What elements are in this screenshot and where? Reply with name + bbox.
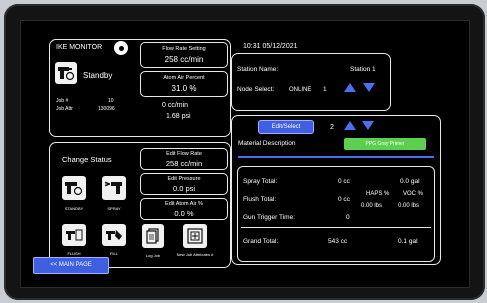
spray-button[interactable]	[102, 176, 126, 200]
edit-atom-air-value: 0.0 %	[174, 209, 194, 218]
grand-total-gal: 0.1 gal	[398, 238, 418, 245]
gun-trigger-label: Gun Trigger Time:	[243, 214, 296, 221]
edit-flow-rate-title: Edit Flow Rate	[166, 151, 202, 157]
flow-rate-setting-value: 258 cc/min	[164, 55, 204, 64]
flush-icon	[66, 229, 83, 241]
edit-flow-rate-button[interactable]: Edit Flow Rate 258 cc/min	[140, 148, 228, 170]
flow-rate-setting-box: Flow Rate Setting 258 cc/min	[140, 42, 228, 68]
station-name-label: Station Name:	[237, 66, 279, 73]
standby-button[interactable]	[62, 176, 86, 200]
accent-divider	[238, 156, 434, 158]
spray-total-gal: 0.0 gal	[400, 178, 420, 185]
job-attr-label: Job Attr	[56, 106, 73, 112]
fill-icon	[106, 230, 122, 240]
node-status: ONLINE	[289, 87, 312, 93]
job-attr-value: 130096	[98, 106, 115, 112]
job-value: 10	[108, 98, 114, 104]
material-index: 2	[330, 124, 334, 131]
station-name-value: Station 1	[350, 66, 376, 73]
edit-pressure-button[interactable]: Edit Pressure 0.0 psi	[140, 173, 228, 195]
monitor-panel: IKE MONITOR Standby Job # 10 Job Attr 13…	[49, 39, 231, 137]
log-job-icon	[146, 228, 159, 244]
monitor-title: IKE MONITOR	[56, 44, 103, 51]
material-up-arrow-icon[interactable]	[344, 121, 356, 130]
material-panel: Edit/Select 2 Material Description PPG G…	[231, 115, 441, 265]
log-job-label: Log Job	[145, 253, 161, 258]
new-job-label: New Job Attributes #	[176, 252, 214, 257]
main-page-button[interactable]: << MAIN PAGE	[33, 257, 109, 274]
change-status-title: Change Status	[62, 155, 112, 164]
log-job-button[interactable]	[142, 224, 164, 248]
flush-total-label: Flush Total:	[243, 196, 277, 203]
atom-air-percent-box: Atom Air Percent 31.0 %	[140, 71, 228, 97]
edit-pressure-value: 0.0 psi	[172, 184, 196, 193]
spray-total-label: Spray Total:	[243, 178, 278, 185]
flush-label: FLUSH	[67, 251, 81, 256]
fill-button[interactable]	[102, 224, 126, 246]
datetime-display: 10:31 05/12/2021	[243, 43, 298, 50]
node-down-arrow-icon[interactable]	[363, 83, 375, 92]
node-up-arrow-icon[interactable]	[344, 83, 356, 92]
grand-total-label: Grand Total:	[243, 238, 279, 245]
material-down-arrow-icon[interactable]	[362, 121, 374, 130]
voc-label: VOC %	[403, 191, 424, 197]
haps-label: HAPS %	[366, 191, 390, 197]
fill-label: FILL	[109, 251, 118, 256]
gun-status-text: Standby	[83, 71, 113, 80]
node-number: 1	[323, 86, 327, 93]
totals-box: Spray Total: 0 cc 0.0 gal Flush Total: 0…	[237, 166, 435, 262]
totals-divider	[241, 227, 431, 228]
atom-air-percent-title: Atom Air Percent	[163, 75, 205, 81]
edit-select-button[interactable]: Edit/Select	[258, 120, 314, 134]
new-job-icon	[187, 228, 203, 244]
voc-value: 0.00 lbs	[398, 203, 420, 209]
gun-trigger-value: 0	[346, 214, 350, 221]
node-select-label: Node Select:	[237, 86, 275, 93]
material-description-label: Material Description	[238, 140, 296, 147]
change-status-panel: Change Status STANDBY SPRAY FLUSH FILL L…	[49, 142, 231, 268]
spray-gun-standby-icon	[65, 182, 83, 196]
standby-label: STANDBY	[64, 206, 84, 211]
edit-flow-rate-value: 258 cc/min	[165, 159, 203, 168]
edit-pressure-title: Edit Pressure	[167, 176, 201, 182]
flow-rate-setting-title: Flow Rate Setting	[162, 46, 206, 52]
atom-air-percent-value: 31.0 %	[171, 84, 197, 93]
actual-pressure-value: 1.68 psi	[166, 113, 191, 120]
job-label: Job #	[56, 98, 69, 104]
flush-button[interactable]	[62, 224, 86, 246]
material-name-badge: PPG Gray Primer	[344, 138, 426, 150]
edit-atom-air-title: Edit Atom Air %	[165, 201, 203, 207]
spray-total-cc: 0 cc	[338, 178, 350, 185]
edit-atom-air-button[interactable]: Edit Atom Air % 0.0 %	[140, 198, 228, 220]
haps-value: 0.00 lbs	[361, 203, 383, 209]
flush-total-cc: 0 cc	[338, 196, 350, 203]
new-job-button[interactable]	[183, 224, 207, 248]
station-panel: Station Name: Station 1 Node Select: ONL…	[231, 53, 391, 111]
gear-icon[interactable]	[114, 41, 128, 55]
spray-label: SPRAY	[107, 206, 121, 211]
spray-gun-spray-icon	[104, 181, 122, 194]
spray-gun-status-icon	[55, 62, 77, 84]
grand-total-cc: 543 cc	[328, 238, 348, 245]
actual-flow-value: 0 cc/min	[162, 102, 189, 109]
hmi-screen: IKE MONITOR Standby Job # 10 Job Attr 13…	[20, 20, 470, 288]
